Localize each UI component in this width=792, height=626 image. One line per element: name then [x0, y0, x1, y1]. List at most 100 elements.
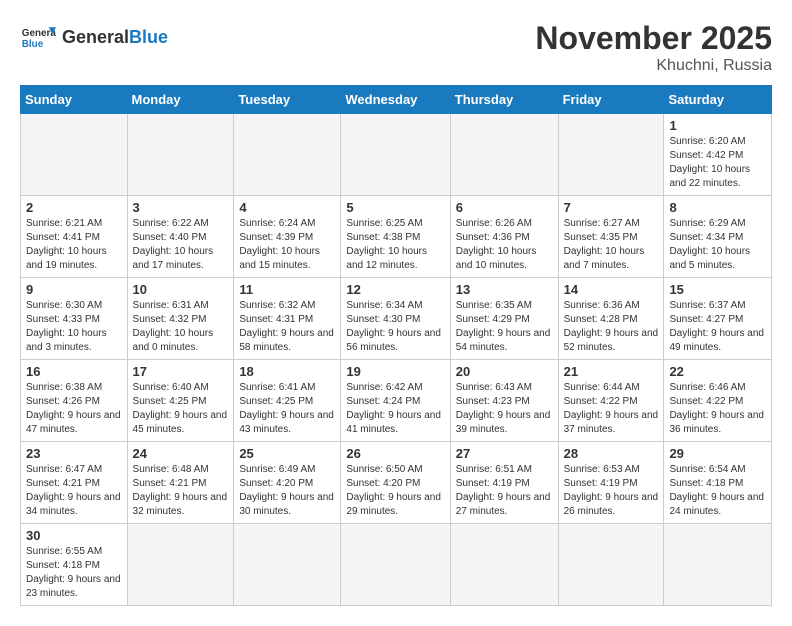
- sun-info: Sunrise: 6:38 AMSunset: 4:26 PMDaylight:…: [26, 381, 122, 437]
- calendar-cell: 24Sunrise: 6:48 AMSunset: 4:21 PMDayligh…: [127, 442, 234, 524]
- day-number: 9: [26, 282, 122, 297]
- calendar-cell: [234, 524, 341, 606]
- calendar-cell: [664, 524, 772, 606]
- page-header: General Blue GeneralBlue November 2025 K…: [20, 20, 772, 75]
- calendar-cell: 20Sunrise: 6:43 AMSunset: 4:23 PMDayligh…: [450, 360, 558, 442]
- sun-info: Sunrise: 6:22 AMSunset: 4:40 PMDaylight:…: [133, 217, 229, 273]
- day-number: 14: [564, 282, 659, 297]
- calendar-cell: 14 Sunrise: 6:36 AMSunset: 4:28 PMDayligh…: [558, 278, 664, 360]
- calendar-cell: 7 Sunrise: 6:27 AMSunset: 4:35 PMDaylight…: [558, 196, 664, 278]
- sun-info: Sunrise: 6:40 AMSunset: 4:25 PMDaylight:…: [133, 381, 229, 437]
- calendar-week-row: 2 Sunrise: 6:21 AMSunset: 4:41 PMDaylight…: [21, 196, 772, 278]
- sun-info: Sunrise: 6:20 AMSunset: 4:42 PMDaylight:…: [669, 135, 766, 191]
- day-number: 15: [669, 282, 766, 297]
- calendar-cell: 23Sunrise: 6:47 AMSunset: 4:21 PMDayligh…: [21, 442, 128, 524]
- calendar-cell: 8Sunrise: 6:29 AMSunset: 4:34 PMDaylight…: [664, 196, 772, 278]
- calendar-cell: 4 Sunrise: 6:24 AMSunset: 4:39 PMDaylight…: [234, 196, 341, 278]
- logo-icon: General Blue: [20, 20, 56, 56]
- weekday-header-sunday: Sunday: [21, 86, 128, 114]
- sun-info: Sunrise: 6:53 AMSunset: 4:19 PMDaylight:…: [564, 463, 659, 519]
- weekday-header-saturday: Saturday: [664, 86, 772, 114]
- sun-info: Sunrise: 6:36 AMSunset: 4:28 PMDaylight:…: [564, 299, 659, 355]
- calendar-cell: 2 Sunrise: 6:21 AMSunset: 4:41 PMDaylight…: [21, 196, 128, 278]
- calendar-cell: 25Sunrise: 6:49 AMSunset: 4:20 PMDayligh…: [234, 442, 341, 524]
- day-number: 6: [456, 200, 553, 215]
- sun-info: Sunrise: 6:30 AMSunset: 4:33 PMDaylight:…: [26, 299, 122, 355]
- calendar-cell: [127, 114, 234, 196]
- calendar-cell: 5Sunrise: 6:25 AMSunset: 4:38 PMDaylight…: [341, 196, 450, 278]
- sun-info: Sunrise: 6:41 AMSunset: 4:25 PMDaylight:…: [239, 381, 335, 437]
- day-number: 5: [346, 200, 444, 215]
- sun-info: Sunrise: 6:29 AMSunset: 4:34 PMDaylight:…: [669, 217, 766, 273]
- day-number: 12: [346, 282, 444, 297]
- day-number: 17: [133, 364, 229, 379]
- calendar-week-row: 1Sunrise: 6:20 AMSunset: 4:42 PMDaylight…: [21, 114, 772, 196]
- sun-info: Sunrise: 6:42 AMSunset: 4:24 PMDaylight:…: [346, 381, 444, 437]
- sun-info: Sunrise: 6:47 AMSunset: 4:21 PMDaylight:…: [26, 463, 122, 519]
- svg-text:Blue: Blue: [22, 39, 44, 50]
- calendar-cell: 28 Sunrise: 6:53 AMSunset: 4:19 PMDayligh…: [558, 442, 664, 524]
- day-number: 20: [456, 364, 553, 379]
- day-number: 18: [239, 364, 335, 379]
- calendar-cell: [234, 114, 341, 196]
- day-number: 4: [239, 200, 335, 215]
- calendar-cell: 29Sunrise: 6:54 AMSunset: 4:18 PMDayligh…: [664, 442, 772, 524]
- calendar-cell: 19Sunrise: 6:42 AMSunset: 4:24 PMDayligh…: [341, 360, 450, 442]
- day-number: 22: [669, 364, 766, 379]
- calendar-cell: [21, 114, 128, 196]
- calendar-week-row: 16 Sunrise: 6:38 AMSunset: 4:26 PMDayligh…: [21, 360, 772, 442]
- sun-info: Sunrise: 6:48 AMSunset: 4:21 PMDaylight:…: [133, 463, 229, 519]
- sun-info: Sunrise: 6:27 AMSunset: 4:35 PMDaylight:…: [564, 217, 659, 273]
- calendar-cell: 11 Sunrise: 6:32 AMSunset: 4:31 PMDayligh…: [234, 278, 341, 360]
- weekday-header-row: SundayMondayTuesdayWednesdayThursdayFrid…: [21, 86, 772, 114]
- calendar-cell: 6Sunrise: 6:26 AMSunset: 4:36 PMDaylight…: [450, 196, 558, 278]
- day-number: 2: [26, 200, 122, 215]
- day-number: 29: [669, 446, 766, 461]
- weekday-header-tuesday: Tuesday: [234, 86, 341, 114]
- calendar-cell: [450, 114, 558, 196]
- sun-info: Sunrise: 6:50 AMSunset: 4:20 PMDaylight:…: [346, 463, 444, 519]
- sun-info: Sunrise: 6:44 AMSunset: 4:22 PMDaylight:…: [564, 381, 659, 437]
- calendar-cell: 26Sunrise: 6:50 AMSunset: 4:20 PMDayligh…: [341, 442, 450, 524]
- calendar-cell: 9 Sunrise: 6:30 AMSunset: 4:33 PMDaylight…: [21, 278, 128, 360]
- month-year: November 2025: [535, 20, 772, 57]
- logo-text: GeneralBlue: [62, 28, 168, 48]
- sun-info: Sunrise: 6:34 AMSunset: 4:30 PMDaylight:…: [346, 299, 444, 355]
- calendar-cell: 3 Sunrise: 6:22 AMSunset: 4:40 PMDaylight…: [127, 196, 234, 278]
- calendar-week-row: 23Sunrise: 6:47 AMSunset: 4:21 PMDayligh…: [21, 442, 772, 524]
- day-number: 25: [239, 446, 335, 461]
- title-block: November 2025 Khuchni, Russia: [535, 20, 772, 75]
- sun-info: Sunrise: 6:35 AMSunset: 4:29 PMDaylight:…: [456, 299, 553, 355]
- calendar-cell: 10Sunrise: 6:31 AMSunset: 4:32 PMDayligh…: [127, 278, 234, 360]
- calendar-cell: [341, 114, 450, 196]
- calendar-cell: [127, 524, 234, 606]
- location: Khuchni, Russia: [535, 57, 772, 75]
- sun-info: Sunrise: 6:37 AMSunset: 4:27 PMDaylight:…: [669, 299, 766, 355]
- day-number: 21: [564, 364, 659, 379]
- calendar-cell: 21 Sunrise: 6:44 AMSunset: 4:22 PMDayligh…: [558, 360, 664, 442]
- calendar-cell: 13Sunrise: 6:35 AMSunset: 4:29 PMDayligh…: [450, 278, 558, 360]
- calendar-cell: 17 Sunrise: 6:40 AMSunset: 4:25 PMDayligh…: [127, 360, 234, 442]
- sun-info: Sunrise: 6:55 AMSunset: 4:18 PMDaylight:…: [26, 545, 122, 601]
- day-number: 7: [564, 200, 659, 215]
- calendar-cell: 27Sunrise: 6:51 AMSunset: 4:19 PMDayligh…: [450, 442, 558, 524]
- calendar-week-row: 9 Sunrise: 6:30 AMSunset: 4:33 PMDaylight…: [21, 278, 772, 360]
- calendar-cell: 30 Sunrise: 6:55 AMSunset: 4:18 PMDayligh…: [21, 524, 128, 606]
- day-number: 11: [239, 282, 335, 297]
- calendar-table: SundayMondayTuesdayWednesdayThursdayFrid…: [20, 85, 772, 606]
- day-number: 30: [26, 528, 122, 543]
- day-number: 3: [133, 200, 229, 215]
- calendar-cell: 15 Sunrise: 6:37 AMSunset: 4:27 PMDayligh…: [664, 278, 772, 360]
- sun-info: Sunrise: 6:32 AMSunset: 4:31 PMDaylight:…: [239, 299, 335, 355]
- sun-info: Sunrise: 6:24 AMSunset: 4:39 PMDaylight:…: [239, 217, 335, 273]
- day-number: 16: [26, 364, 122, 379]
- calendar-week-row: 30 Sunrise: 6:55 AMSunset: 4:18 PMDayligh…: [21, 524, 772, 606]
- calendar-cell: [558, 114, 664, 196]
- calendar-cell: [341, 524, 450, 606]
- sun-info: Sunrise: 6:21 AMSunset: 4:41 PMDaylight:…: [26, 217, 122, 273]
- weekday-header-monday: Monday: [127, 86, 234, 114]
- day-number: 28: [564, 446, 659, 461]
- calendar-cell: [558, 524, 664, 606]
- calendar-cell: 1Sunrise: 6:20 AMSunset: 4:42 PMDaylight…: [664, 114, 772, 196]
- weekday-header-thursday: Thursday: [450, 86, 558, 114]
